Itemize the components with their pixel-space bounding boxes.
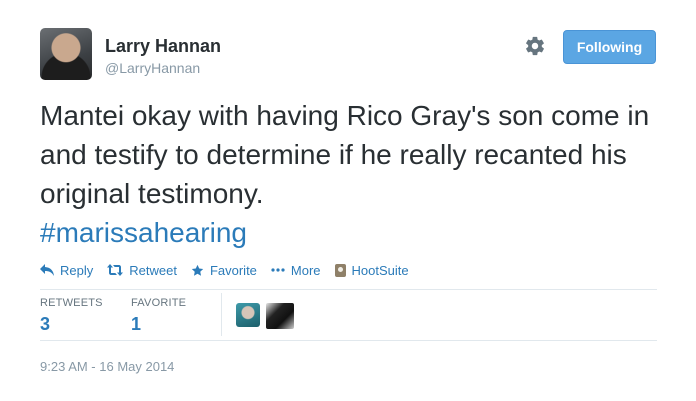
favorites-count[interactable]: 1 — [131, 314, 141, 335]
favorite-label: Favorite — [209, 262, 257, 278]
author-avatar[interactable] — [40, 28, 92, 80]
hootsuite-icon — [334, 263, 346, 277]
tweet-text: Mantei okay with having Rico Gray's son … — [40, 96, 660, 252]
more-button[interactable]: More — [271, 263, 321, 278]
hashtag-link[interactable]: #marissahearing — [40, 217, 247, 248]
retweet-button[interactable]: Retweet — [107, 263, 177, 278]
reply-button[interactable]: Reply — [40, 263, 93, 278]
tweet-actions: Reply Retweet Favorite More HootSuite — [40, 260, 423, 280]
stats-separator — [221, 293, 222, 336]
favoriter-avatar[interactable] — [266, 303, 294, 329]
author-handle[interactable]: @LarryHannan — [105, 60, 200, 76]
stats-divider-top — [40, 289, 657, 290]
hootsuite-label: HootSuite — [351, 262, 409, 278]
hootsuite-button[interactable]: HootSuite — [334, 262, 409, 278]
tweet-body: Mantei okay with having Rico Gray's son … — [40, 100, 650, 209]
tweet-timestamp[interactable]: 9:23 AM - 16 May 2014 — [40, 359, 174, 374]
favorite-star-icon — [191, 264, 204, 276]
favorite-button[interactable]: Favorite — [191, 263, 257, 278]
favoriter-avatar[interactable] — [236, 303, 260, 327]
more-dots-icon — [271, 268, 285, 272]
retweets-count[interactable]: 3 — [40, 314, 50, 335]
retweets-label: RETWEETS — [40, 297, 103, 309]
more-label: More — [290, 262, 321, 278]
retweet-icon — [107, 264, 124, 276]
reply-icon — [40, 264, 54, 276]
retweet-label: Retweet — [129, 262, 177, 278]
gear-icon[interactable] — [524, 35, 546, 57]
stats-divider-bottom — [40, 340, 657, 341]
reply-label: Reply — [60, 262, 94, 278]
following-button[interactable]: Following — [563, 30, 656, 64]
author-name[interactable]: Larry Hannan — [105, 36, 221, 57]
favorites-label: FAVORITE — [131, 297, 187, 309]
